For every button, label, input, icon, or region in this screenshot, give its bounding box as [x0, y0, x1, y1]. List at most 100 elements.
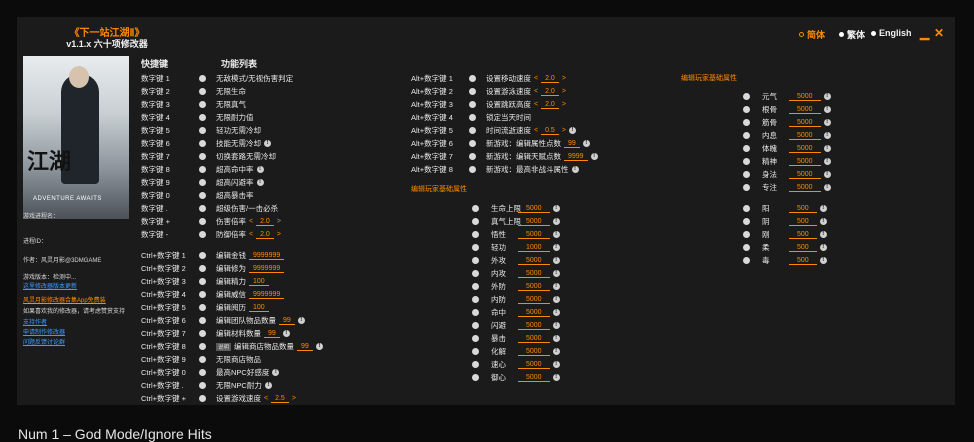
info-icon[interactable]: !	[264, 140, 271, 147]
decrease-arrow-icon[interactable]: <	[534, 127, 538, 134]
stat-value-input[interactable]: 5000	[789, 158, 821, 166]
stat-value-input[interactable]: 5000	[518, 309, 550, 317]
stat-value-input[interactable]: 500	[789, 231, 817, 239]
toggle-switch[interactable]	[472, 218, 479, 225]
info-icon[interactable]: !	[823, 119, 831, 126]
value-input[interactable]: 99	[264, 330, 280, 338]
toggle-switch[interactable]	[199, 75, 206, 82]
value-input[interactable]: 9999999	[249, 252, 285, 260]
toggle-switch[interactable]	[472, 296, 479, 303]
stat-value-input[interactable]: 5000	[789, 145, 821, 153]
value-input[interactable]: 2.5	[271, 395, 289, 403]
support-link[interactable]: 支持作者	[23, 317, 47, 326]
info-icon[interactable]: !	[315, 343, 323, 350]
info-icon[interactable]: !	[552, 309, 560, 316]
info-icon[interactable]: !	[823, 158, 831, 165]
info-icon[interactable]: !	[823, 184, 831, 191]
toggle-switch[interactable]	[199, 192, 206, 199]
toggle-switch[interactable]	[743, 257, 750, 264]
stat-value-input[interactable]: 1000	[518, 244, 550, 252]
toggle-switch[interactable]	[472, 270, 479, 277]
lang-simplified[interactable]: 简体	[799, 28, 825, 41]
toggle-switch[interactable]	[199, 166, 206, 173]
info-icon[interactable]: !	[552, 335, 560, 342]
stat-value-input[interactable]: 5000	[789, 106, 821, 114]
info-icon[interactable]: !	[819, 205, 827, 212]
feedback-link[interactable]: 问题反馈讨论群	[23, 337, 65, 346]
decrease-arrow-icon[interactable]: <	[249, 231, 253, 238]
value-input[interactable]: 100	[249, 278, 269, 286]
toggle-switch[interactable]	[743, 93, 750, 100]
toggle-switch[interactable]	[472, 361, 479, 368]
value-input[interactable]: 9999999	[249, 265, 285, 273]
version-link[interactable]: 这里修改器版本更新	[23, 281, 77, 290]
value-input[interactable]: 2.0	[541, 88, 559, 96]
toggle-switch[interactable]	[472, 374, 479, 381]
toggle-switch[interactable]	[472, 257, 479, 264]
toggle-switch[interactable]	[199, 88, 206, 95]
info-icon[interactable]: !	[256, 166, 264, 173]
value-input[interactable]: 9999	[564, 153, 588, 161]
stat-value-input[interactable]: 5000	[518, 205, 550, 213]
toggle-switch[interactable]	[472, 283, 479, 290]
toggle-switch[interactable]	[743, 231, 750, 238]
stat-value-input[interactable]: 500	[789, 205, 817, 213]
increase-arrow-icon[interactable]: >	[292, 395, 296, 402]
info-icon[interactable]: !	[582, 140, 590, 147]
toggle-switch[interactable]	[743, 171, 750, 178]
increase-arrow-icon[interactable]: >	[277, 231, 281, 238]
info-icon[interactable]: !	[552, 361, 560, 368]
toggle-switch[interactable]	[199, 369, 206, 376]
info-icon[interactable]: !	[256, 179, 264, 186]
info-icon[interactable]: !	[552, 322, 560, 329]
stat-value-input[interactable]: 5000	[518, 218, 550, 226]
stat-value-input[interactable]: 5000	[518, 257, 550, 265]
toggle-switch[interactable]	[199, 356, 206, 363]
info-icon[interactable]: !	[819, 257, 827, 264]
value-input[interactable]: 99	[564, 140, 580, 148]
value-input[interactable]: 0.5	[541, 127, 559, 135]
app-link[interactable]: 风灵月影修改器合集App免费装	[23, 295, 106, 304]
info-icon[interactable]: !	[552, 374, 560, 381]
toggle-switch[interactable]	[743, 218, 750, 225]
toggle-switch[interactable]	[199, 278, 206, 285]
info-icon[interactable]: !	[590, 153, 598, 160]
info-icon[interactable]: !	[823, 132, 831, 139]
toggle-switch[interactable]	[469, 114, 476, 121]
decrease-arrow-icon[interactable]: <	[534, 88, 538, 95]
value-input[interactable]: 99	[297, 343, 313, 351]
toggle-switch[interactable]	[743, 184, 750, 191]
stat-value-input[interactable]: 5000	[789, 119, 821, 127]
info-icon[interactable]: !	[264, 382, 272, 389]
value-input[interactable]: 99	[279, 317, 295, 325]
decrease-arrow-icon[interactable]: <	[264, 395, 268, 402]
toggle-switch[interactable]	[469, 153, 476, 160]
stat-value-input[interactable]: 5000	[518, 374, 550, 382]
info-icon[interactable]: !	[282, 330, 290, 337]
toggle-switch[interactable]	[743, 158, 750, 165]
stat-value-input[interactable]: 500	[789, 218, 817, 226]
info-icon[interactable]: !	[297, 317, 305, 324]
toggle-switch[interactable]	[469, 88, 476, 95]
toggle-switch[interactable]	[199, 252, 206, 259]
stat-value-input[interactable]: 5000	[518, 322, 550, 330]
stat-value-input[interactable]: 5000	[518, 283, 550, 291]
toggle-switch[interactable]	[199, 179, 206, 186]
increase-arrow-icon[interactable]: >	[277, 218, 281, 225]
minimize-icon[interactable]: ▁	[920, 26, 929, 40]
toggle-switch[interactable]	[469, 140, 476, 147]
value-input[interactable]: 2.0	[256, 218, 274, 226]
stat-value-input[interactable]: 5000	[518, 335, 550, 343]
value-input[interactable]: 9999999	[249, 291, 285, 299]
toggle-switch[interactable]	[743, 145, 750, 152]
toggle-switch[interactable]	[199, 153, 206, 160]
info-icon[interactable]: !	[571, 166, 579, 173]
info-icon[interactable]: !	[552, 244, 560, 251]
toggle-switch[interactable]	[199, 114, 206, 121]
toggle-switch[interactable]	[472, 244, 479, 251]
toggle-switch[interactable]	[469, 166, 476, 173]
increase-arrow-icon[interactable]: >	[562, 88, 566, 95]
toggle-switch[interactable]	[469, 75, 476, 82]
info-icon[interactable]: !	[819, 218, 827, 225]
toggle-switch[interactable]	[472, 309, 479, 316]
